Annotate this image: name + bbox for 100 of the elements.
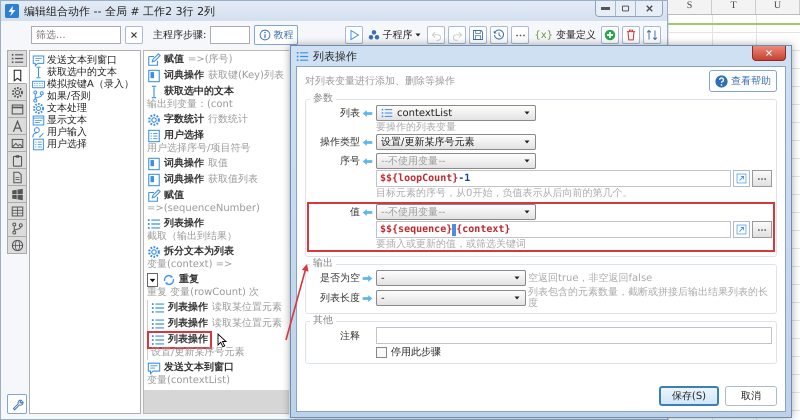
- caret-icon: [523, 109, 531, 117]
- expression-field[interactable]: $${sequence} {context}: [376, 221, 731, 238]
- branch-icon: [32, 90, 45, 102]
- comment-field[interactable]: [376, 327, 772, 344]
- sort-button[interactable]: [643, 26, 661, 44]
- field-hint: 要插入或更新的值，或筛选关键词: [376, 239, 527, 250]
- dialog-button[interactable]: 取消: [725, 386, 777, 406]
- step-name[interactable]: 词典操作: [164, 70, 204, 82]
- step-name[interactable]: 重复: [179, 274, 199, 286]
- action-label[interactable]: 显示文本: [47, 113, 87, 127]
- globe-icon: [10, 238, 24, 252]
- field-label: 序号: [339, 154, 360, 168]
- column-header[interactable]: U: [756, 0, 800, 14]
- variable-dropdown[interactable]: 设置/更新某序号元素: [376, 134, 536, 150]
- checklist-icon: [32, 138, 45, 150]
- action-label[interactable]: 如果/否则: [47, 89, 90, 103]
- step-detail: 获取键(Key)列表: [208, 70, 284, 82]
- arrow-icon: [362, 108, 373, 118]
- help-button[interactable]: 查看帮助: [709, 70, 777, 92]
- step-detail: 设置/更新某序号元素: [151, 347, 244, 359]
- step-name[interactable]: 列表操作: [168, 334, 208, 346]
- step-name[interactable]: 发送文本到窗口: [164, 362, 234, 374]
- expand-toggle[interactable]: [147, 273, 158, 287]
- expand-button[interactable]: [733, 170, 750, 187]
- dialog-button[interactable]: 保存(S): [659, 386, 719, 406]
- step-detail: 重复 变量(rowCount) 次: [147, 287, 260, 299]
- step-name[interactable]: 获取选中的文本: [164, 86, 234, 98]
- add-icon: [604, 29, 616, 41]
- people-icon: [368, 29, 380, 41]
- delete-button[interactable]: [622, 26, 640, 44]
- field-hint: 要操作的列表变量: [376, 122, 457, 133]
- play-icon: [348, 29, 360, 41]
- step-name[interactable]: 列表操作: [168, 302, 208, 314]
- column-header[interactable]: T: [712, 0, 756, 14]
- filter-field[interactable]: 筛选...: [31, 26, 121, 44]
- arrow-icon: [362, 206, 373, 218]
- tutorial-button[interactable]: 教程: [254, 25, 298, 45]
- field-hint: 空返回true，非空返回false: [528, 272, 654, 284]
- four-panes-icon: [10, 188, 24, 200]
- close-icon: [764, 48, 774, 58]
- field-label: 列表长度: [319, 292, 360, 305]
- book-icon: [147, 173, 161, 187]
- action-label[interactable]: 文本处理: [47, 101, 87, 115]
- variable-dropdown[interactable]: -: [376, 270, 526, 286]
- step-name[interactable]: 拆分文本为列表: [164, 246, 234, 258]
- expand-button[interactable]: [733, 221, 750, 238]
- more-button[interactable]: [511, 26, 530, 44]
- close-icon: [129, 30, 139, 40]
- app-logo-icon: [5, 4, 19, 18]
- checkbox-label[interactable]: 停用此步骤: [391, 345, 441, 359]
- step-name[interactable]: 字数统计: [164, 114, 204, 126]
- step-name[interactable]: 列表操作: [164, 218, 204, 230]
- close-button[interactable]: [752, 46, 786, 61]
- action-label[interactable]: 发送文本到窗口: [47, 53, 117, 67]
- run-button[interactable]: [345, 26, 364, 44]
- list-icon: [147, 217, 161, 231]
- step-detail: 截取（输出到结果）: [147, 231, 237, 243]
- bookmark-icon: [10, 68, 24, 82]
- add-button[interactable]: [601, 26, 619, 44]
- step-name[interactable]: 用户选择: [164, 130, 204, 142]
- panel-icon: [32, 114, 45, 126]
- save-button[interactable]: [469, 26, 488, 44]
- step-name[interactable]: 词典操作: [164, 174, 204, 186]
- caret-icon: [523, 208, 531, 216]
- step-name[interactable]: 赋值: [164, 190, 184, 202]
- field-hint: 目标元素的序号，从0开始，负值表示从后向前的第几个。: [376, 188, 634, 199]
- expression-field[interactable]: $${loopCount}-1: [376, 170, 731, 187]
- action-label[interactable]: 模拟按键A（录入）: [47, 77, 134, 91]
- variable-dropdown[interactable]: -: [376, 290, 526, 306]
- browse-button[interactable]: [752, 170, 772, 187]
- action-label[interactable]: 获取选中的文本: [47, 65, 117, 79]
- book-icon: [147, 69, 161, 83]
- step-name[interactable]: 词典操作: [164, 158, 204, 170]
- steps-search-field[interactable]: [210, 26, 250, 44]
- expand-icon: [736, 173, 747, 184]
- step-name[interactable]: 赋值: [164, 54, 184, 66]
- step-name[interactable]: 列表操作: [168, 318, 208, 330]
- subprogram-dropdown[interactable]: 子程序: [366, 26, 424, 44]
- checkbox[interactable]: [376, 346, 387, 358]
- history-button[interactable]: [490, 26, 508, 44]
- step-detail: 行数统计: [208, 114, 248, 126]
- step-detail: =>(sequenceNumber): [147, 203, 260, 215]
- step-detail: 输出到变量：(cont: [147, 99, 233, 111]
- list-icon: [296, 50, 309, 62]
- browse-button[interactable]: [752, 221, 772, 238]
- dialog-description: 对列表变量进行添加、删除等操作: [305, 74, 455, 88]
- variable-dropdown[interactable]: contextList: [376, 105, 536, 121]
- field-label: 列表: [339, 106, 360, 120]
- step-detail: 获取值列表: [208, 174, 258, 186]
- settings-button[interactable]: [7, 394, 27, 414]
- sort-icon: [646, 29, 658, 41]
- arrow-icon: [362, 136, 373, 148]
- group-title: 其他: [312, 315, 334, 327]
- variables-button[interactable]: {x} 变量定义: [532, 26, 598, 44]
- wrench-icon: [10, 398, 24, 410]
- clear-button[interactable]: [125, 26, 143, 44]
- action-label[interactable]: 用户输入: [47, 125, 87, 139]
- arrow-icon: [362, 292, 373, 304]
- clipboard-icon: [10, 154, 24, 166]
- action-label[interactable]: 用户选择: [47, 137, 87, 151]
